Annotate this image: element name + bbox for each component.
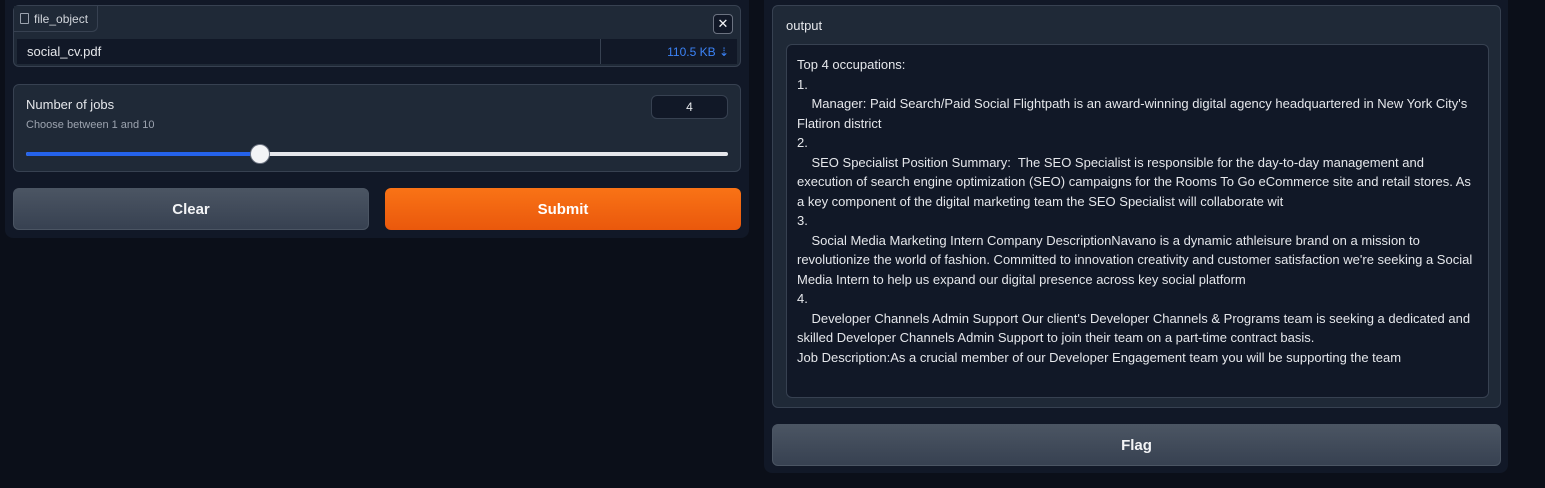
output-block: output Top 4 occupations: 1. Manager: Pa… (772, 5, 1501, 408)
slider-track[interactable] (26, 144, 728, 164)
clear-button[interactable]: Clear (13, 188, 369, 230)
slider-fill (26, 152, 260, 156)
file-label-text: file_object (34, 11, 89, 26)
remove-file-button[interactable]: ✕ (713, 14, 733, 34)
number-of-jobs-slider-block: Number of jobs Choose between 1 and 10 (13, 84, 741, 172)
output-label: output (786, 18, 823, 33)
slider-title: Number of jobs (26, 97, 115, 112)
file-row: social_cv.pdf 110.5 KB ⇣ (17, 39, 737, 64)
slider-info: Choose between 1 and 10 (26, 119, 155, 131)
input-panel: file_object ✕ social_cv.pdf 110.5 KB ⇣ N… (5, 0, 749, 238)
flag-button[interactable]: Flag (772, 424, 1501, 466)
file-size-download-link[interactable]: 110.5 KB ⇣ (601, 45, 737, 59)
output-textbox[interactable]: Top 4 occupations: 1. Manager: Paid Sear… (786, 44, 1489, 398)
output-panel: output Top 4 occupations: 1. Manager: Pa… (764, 0, 1508, 473)
number-of-jobs-input[interactable] (651, 95, 728, 119)
file-name: social_cv.pdf (17, 39, 601, 64)
submit-button[interactable]: Submit (385, 188, 741, 230)
file-upload-block: file_object ✕ social_cv.pdf 110.5 KB ⇣ (13, 5, 741, 67)
file-icon (20, 13, 29, 24)
slider-thumb[interactable] (250, 144, 270, 164)
file-label: file_object (14, 6, 99, 32)
